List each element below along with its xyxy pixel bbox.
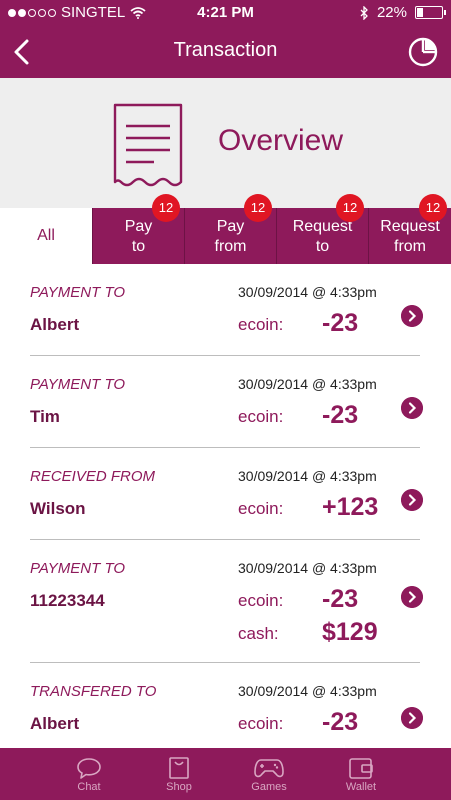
- ecoin-label: ecoin:: [238, 315, 284, 334]
- tab-all[interactable]: All: [0, 208, 92, 264]
- ecoin-label: ecoin:: [238, 714, 284, 733]
- transaction-party: Albert: [30, 714, 80, 733]
- ecoin-label: ecoin:: [238, 499, 284, 518]
- tab-label: All: [37, 227, 55, 244]
- status-bar: SINGTEL 4:21 PM 22%: [0, 0, 451, 26]
- tab-pay-to[interactable]: Pay to 12: [92, 194, 184, 264]
- chevron-right-icon[interactable]: [401, 305, 423, 327]
- shopping-bag-icon: [169, 757, 189, 779]
- transaction-type: PAYMENT TO: [30, 560, 126, 577]
- ecoin-label: ecoin:: [238, 591, 284, 610]
- chat-bubble-icon: [77, 758, 101, 779]
- receipt-icon: [113, 103, 183, 187]
- ecoin-amount: -23: [322, 401, 359, 429]
- nav-bar: Transaction: [0, 26, 451, 78]
- transaction-type: PAYMENT TO: [30, 376, 126, 393]
- nav-label: Chat: [77, 781, 101, 793]
- count-badge: 12: [244, 194, 272, 222]
- ecoin-amount: -23: [322, 309, 359, 337]
- nav-label: Games: [251, 781, 287, 793]
- tab-request-from[interactable]: Request from 12: [368, 194, 451, 264]
- transaction-row[interactable]: TRANSFERED TO 30/09/2014 @ 4:33pm Albert…: [0, 663, 451, 748]
- chevron-right-icon[interactable]: [401, 489, 423, 511]
- chevron-right-icon[interactable]: [401, 586, 423, 608]
- bottom-tab-bar: Chat Shop Games Wallet: [0, 748, 451, 800]
- transaction-date: 30/09/2014 @ 4:33pm: [238, 560, 377, 576]
- pie-chart-icon[interactable]: [407, 36, 439, 68]
- transaction-type: RECEIVED FROM: [30, 468, 156, 485]
- transaction-row[interactable]: PAYMENT TO 30/09/2014 @ 4:33pm 11223344 …: [0, 540, 451, 663]
- count-badge: 12: [152, 194, 180, 222]
- bluetooth-icon: [360, 5, 368, 20]
- transaction-date: 30/09/2014 @ 4:33pm: [238, 468, 377, 484]
- cash-label: cash:: [238, 624, 279, 643]
- transaction-type: TRANSFERED TO: [30, 683, 157, 700]
- transaction-row[interactable]: PAYMENT TO 30/09/2014 @ 4:33pm Tim ecoin…: [0, 356, 451, 448]
- ecoin-amount: +123: [322, 493, 379, 521]
- nav-chat[interactable]: Chat: [44, 748, 134, 800]
- transaction-date: 30/09/2014 @ 4:33pm: [238, 284, 377, 300]
- nav-shop[interactable]: Shop: [134, 748, 224, 800]
- cash-amount: $129: [322, 618, 378, 646]
- transaction-list: PAYMENT TO 30/09/2014 @ 4:33pm Albert ec…: [0, 264, 451, 748]
- overview-title: Overview: [218, 124, 344, 157]
- chevron-right-icon[interactable]: [401, 397, 423, 419]
- nav-label: Shop: [166, 781, 192, 793]
- nav-wallet[interactable]: Wallet: [316, 748, 406, 800]
- transaction-row[interactable]: RECEIVED FROM 30/09/2014 @ 4:33pm Wilson…: [0, 448, 451, 540]
- ecoin-label: ecoin:: [238, 407, 284, 426]
- count-badge: 12: [419, 194, 447, 222]
- transaction-party: Albert: [30, 315, 80, 334]
- transaction-date: 30/09/2014 @ 4:33pm: [238, 683, 377, 699]
- battery-percent: 22%: [376, 4, 407, 21]
- transaction-party: Tim: [30, 407, 60, 426]
- transaction-type: PAYMENT TO: [30, 284, 126, 301]
- count-badge: 12: [336, 194, 364, 222]
- transaction-party: Wilson: [30, 499, 86, 518]
- nav-label: Wallet: [345, 781, 377, 793]
- tab-pay-from[interactable]: Pay from 12: [184, 194, 276, 264]
- tab-label: Request to: [292, 218, 353, 255]
- wallet-icon: [349, 758, 373, 779]
- filter-tabs: All Pay to 12 Pay from 12 Request to 12 …: [0, 194, 451, 264]
- tab-label: Pay from: [214, 218, 247, 255]
- ecoin-amount: -23: [322, 708, 359, 736]
- tab-label: Request from: [380, 218, 440, 255]
- transaction-row[interactable]: PAYMENT TO 30/09/2014 @ 4:33pm Albert ec…: [0, 264, 451, 356]
- page-title: Transaction: [173, 39, 278, 61]
- transaction-date: 30/09/2014 @ 4:33pm: [238, 376, 377, 392]
- overview-panel: Overview: [0, 78, 451, 208]
- battery-icon: [415, 6, 446, 19]
- nav-games[interactable]: Games: [224, 748, 314, 800]
- tab-request-to[interactable]: Request to 12: [276, 194, 368, 264]
- ecoin-amount: -23: [322, 585, 359, 613]
- tab-label: Pay to: [124, 218, 153, 255]
- chevron-right-icon[interactable]: [401, 707, 423, 729]
- transaction-party: 11223344: [30, 591, 105, 610]
- gamepad-icon: [254, 759, 284, 778]
